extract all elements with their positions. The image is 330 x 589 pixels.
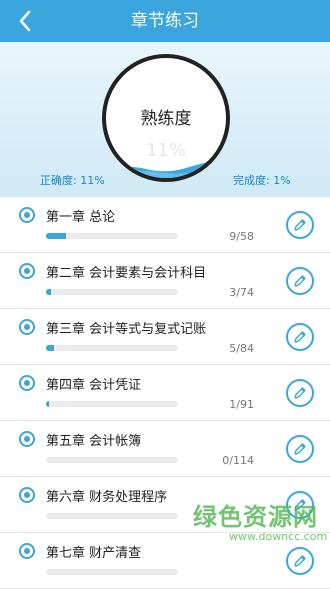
chapter-row[interactable]: 第一章 总论 9/58	[0, 197, 330, 253]
pencil-edit-icon[interactable]	[286, 547, 314, 575]
chapter-progress-fill	[46, 289, 52, 295]
chapter-radio-icon	[19, 375, 35, 391]
chapter-count: 0/114	[222, 454, 254, 467]
chapter-name: 第三章 会计等式与复式记账	[46, 322, 207, 337]
completion-stat: 完成度: 1%	[233, 174, 291, 187]
chapter-radio-icon	[19, 207, 35, 223]
watermark-text: 绿色资源网	[193, 503, 318, 531]
chapter-radio-icon	[19, 487, 35, 503]
pencil-edit-icon[interactable]	[286, 435, 314, 463]
chapter-radio-icon	[19, 319, 35, 335]
chapter-progress-bar	[46, 345, 178, 351]
chapter-radio-icon	[19, 263, 35, 279]
chapter-row[interactable]: 第三章 会计等式与复式记账 5/84	[0, 309, 330, 365]
chapter-count: 1/91	[229, 398, 254, 411]
chapter-radio-icon	[19, 543, 35, 559]
chapter-row[interactable]: 第四章 会计凭证 1/91	[0, 365, 330, 421]
page-title: 章节练习	[131, 11, 199, 31]
chapter-name: 第一章 总论	[46, 210, 116, 225]
chapter-name: 第二章 会计要素与会计科目	[46, 266, 207, 281]
chapter-progress-bar	[46, 233, 178, 239]
chapter-count: 9/58	[229, 230, 254, 243]
chapter-row[interactable]: 第五章 会计帐簿 0/114	[0, 421, 330, 477]
pencil-edit-icon[interactable]	[286, 211, 314, 239]
chapter-name: 第七章 财产清查	[46, 546, 142, 561]
chapter-radio-icon	[19, 431, 35, 447]
chapter-row[interactable]: 第二章 会计要素与会计科目 3/74	[0, 253, 330, 309]
chapter-count: 3/74	[229, 286, 254, 299]
chapter-progress-bar	[46, 569, 178, 575]
pencil-edit-icon[interactable]	[286, 267, 314, 295]
chapter-progress-bar	[46, 289, 178, 295]
chapter-name: 第六章 财务处理程序	[46, 490, 168, 505]
pencil-edit-icon[interactable]	[286, 323, 314, 351]
chapter-name: 第五章 会计帐簿	[46, 434, 142, 449]
chapter-progress-bar	[46, 513, 178, 519]
proficiency-panel: 熟练度 11% 正确度: 11% 完成度: 1%	[0, 42, 330, 197]
accuracy-stat: 正确度: 11%	[40, 174, 105, 187]
chapter-progress-fill	[46, 401, 49, 407]
chapter-progress-bar	[46, 457, 178, 463]
chapter-progress-bar	[46, 401, 178, 407]
chapter-progress-fill	[46, 233, 67, 239]
proficiency-label: 熟练度	[140, 109, 192, 129]
wave-graphic	[106, 158, 226, 178]
pencil-edit-icon[interactable]	[286, 379, 314, 407]
watermark: 绿色资源网 www.downcc.com	[193, 497, 330, 550]
watermark-url: www.downcc.com	[229, 530, 328, 543]
chapter-name: 第四章 会计凭证	[46, 378, 142, 393]
app-header: 章节练习	[0, 0, 330, 42]
chapter-count: 5/84	[229, 342, 254, 355]
proficiency-circle: 熟练度 11%	[102, 54, 230, 182]
chapter-progress-fill	[46, 345, 54, 351]
